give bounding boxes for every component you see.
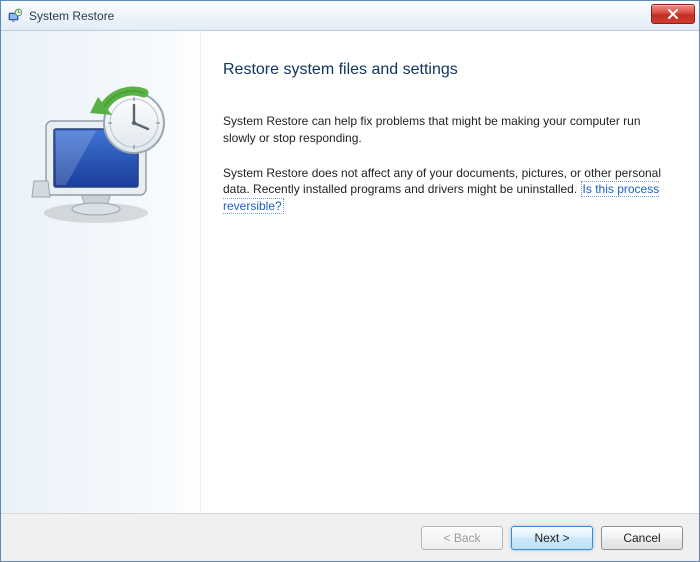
back-button: < Back xyxy=(421,526,503,550)
intro-paragraph: System Restore can help fix problems tha… xyxy=(223,113,669,147)
restore-illustration-icon xyxy=(26,81,176,231)
system-restore-wizard: System Restore xyxy=(0,0,700,562)
wizard-content: Restore system files and settings System… xyxy=(201,31,699,513)
window-title: System Restore xyxy=(29,9,114,23)
details-paragraph: System Restore does not affect any of yo… xyxy=(223,165,669,215)
wizard-body: Restore system files and settings System… xyxy=(1,31,699,513)
close-icon xyxy=(667,9,679,19)
page-heading: Restore system files and settings xyxy=(223,61,669,79)
titlebar: System Restore xyxy=(1,1,699,31)
wizard-footer: < Back Next > Cancel xyxy=(1,513,699,561)
wizard-sidebar xyxy=(1,31,201,513)
next-button[interactable]: Next > xyxy=(511,526,593,550)
close-button[interactable] xyxy=(651,4,695,24)
cancel-button[interactable]: Cancel xyxy=(601,526,683,550)
system-restore-icon xyxy=(7,8,23,24)
